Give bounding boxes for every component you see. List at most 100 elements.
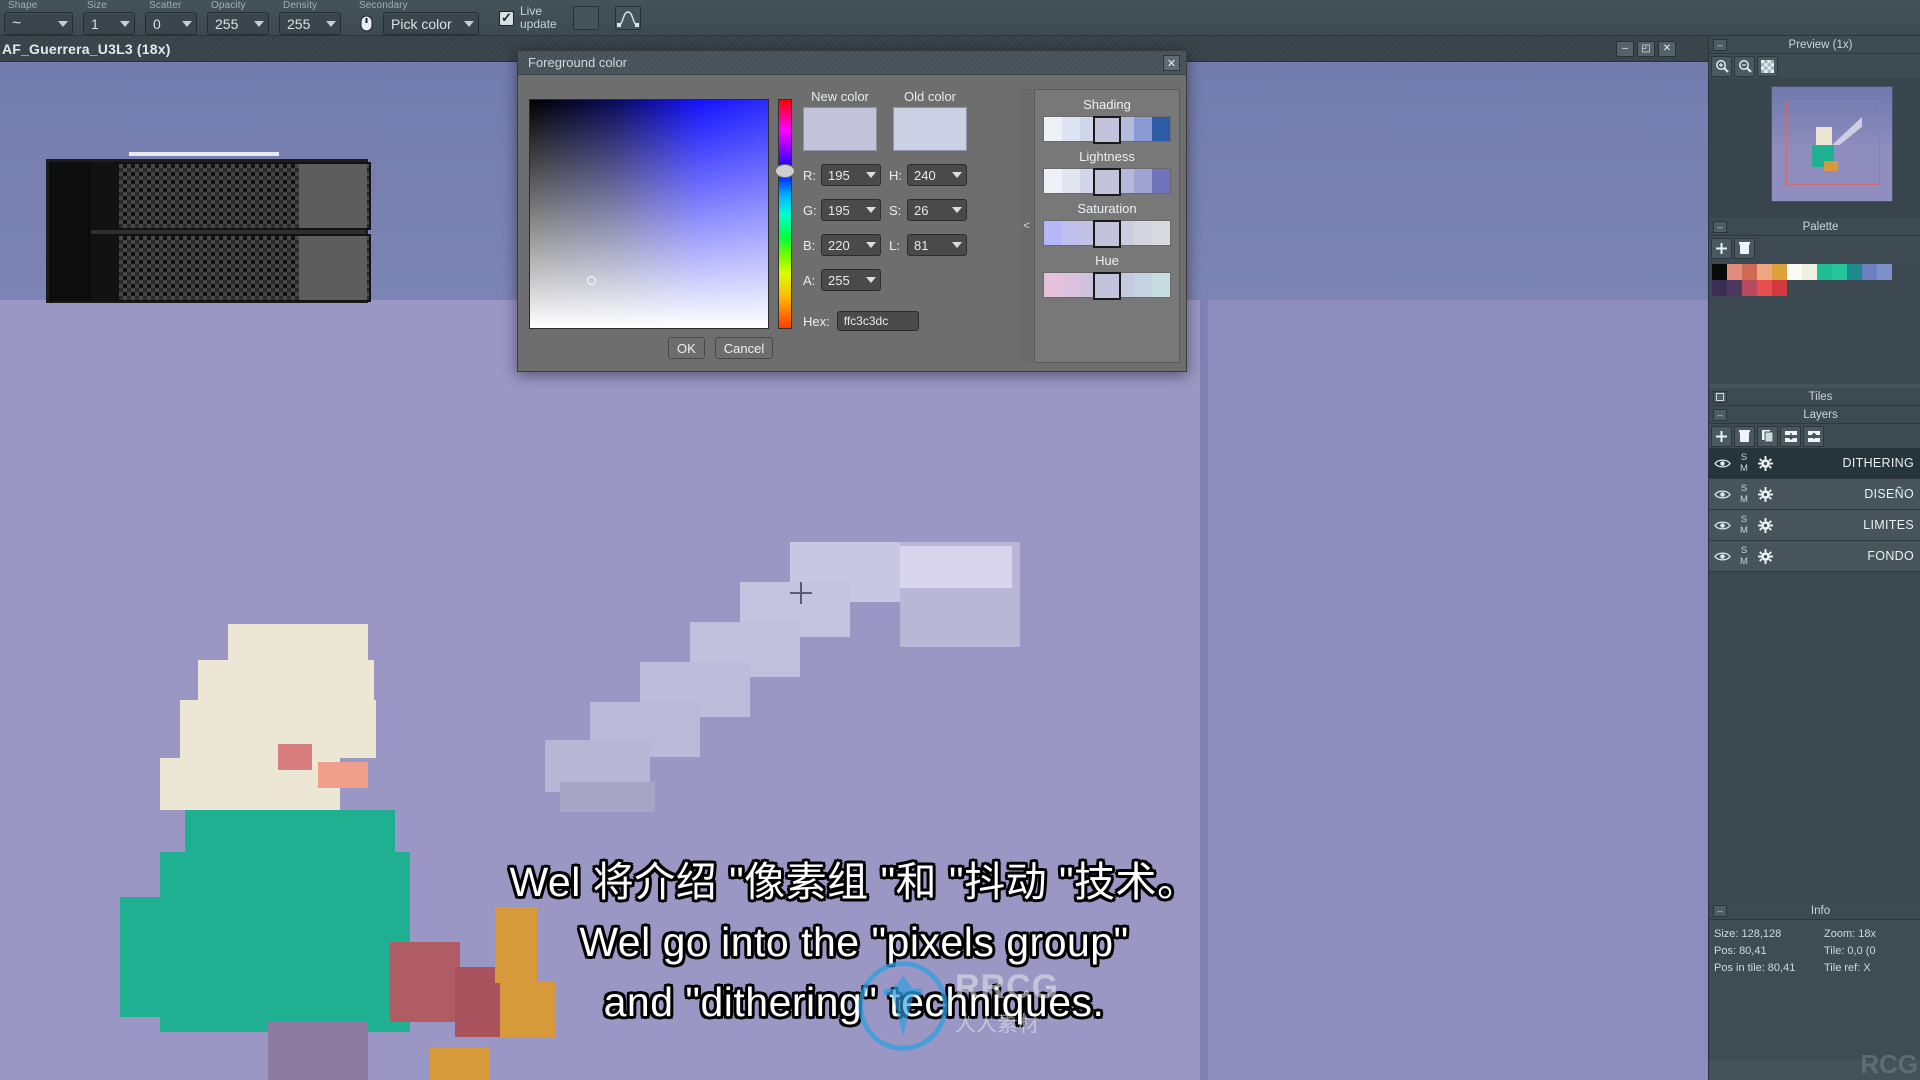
shade-segment[interactable] bbox=[1134, 273, 1152, 297]
close-window-button[interactable]: ✕ bbox=[1658, 41, 1676, 57]
layer-visibility-icon[interactable] bbox=[1709, 489, 1736, 500]
gear-icon[interactable] bbox=[1752, 548, 1779, 564]
layers-minimize-button[interactable]: – bbox=[1713, 408, 1727, 421]
color-field-square[interactable] bbox=[529, 99, 769, 329]
hue-slider-strip[interactable] bbox=[1043, 272, 1171, 300]
alpha-field[interactable]: A: 255 bbox=[803, 269, 881, 291]
palette-swatches[interactable] bbox=[1709, 260, 1920, 384]
add-layer-icon[interactable] bbox=[1711, 425, 1732, 447]
shade-segment[interactable] bbox=[1044, 117, 1062, 141]
hue-field[interactable]: H: 240 bbox=[889, 164, 967, 186]
shade-segment[interactable] bbox=[1062, 169, 1080, 193]
hue-selected-swatch[interactable] bbox=[1093, 272, 1121, 300]
green-field[interactable]: G: 195 bbox=[803, 199, 881, 221]
palette-swatch[interactable] bbox=[1817, 264, 1832, 280]
delete-layer-icon[interactable] bbox=[1734, 425, 1755, 447]
shade-segment[interactable] bbox=[1134, 221, 1152, 245]
palette-swatch[interactable] bbox=[1832, 264, 1847, 280]
scatter-combo[interactable]: 0 bbox=[145, 12, 197, 35]
merge-down-icon[interactable] bbox=[1780, 425, 1801, 447]
palette-swatch[interactable] bbox=[1712, 280, 1727, 296]
page-icon[interactable] bbox=[572, 6, 599, 30]
palette-swatch[interactable] bbox=[1712, 264, 1727, 280]
lightness-slider[interactable] bbox=[1043, 168, 1171, 196]
shading-panel-collapse-handle[interactable]: < bbox=[1020, 89, 1033, 363]
preview-canvas[interactable] bbox=[1709, 78, 1920, 218]
palette-swatch[interactable] bbox=[1742, 280, 1757, 296]
minimize-window-button[interactable]: – bbox=[1616, 41, 1634, 57]
gear-icon[interactable] bbox=[1752, 455, 1779, 471]
blue-field[interactable]: B: 220 bbox=[803, 234, 881, 256]
lightness-input[interactable]: 81 bbox=[907, 234, 967, 256]
palette-swatch[interactable] bbox=[1757, 280, 1772, 296]
palette-swatch[interactable] bbox=[1757, 264, 1772, 280]
delete-icon[interactable] bbox=[1734, 237, 1755, 259]
gear-icon[interactable] bbox=[1752, 486, 1779, 502]
palette-swatch[interactable] bbox=[1877, 264, 1892, 280]
red-field[interactable]: R: 195 bbox=[803, 164, 881, 186]
saturation-input[interactable]: 26 bbox=[907, 199, 967, 221]
checker-icon[interactable] bbox=[1757, 55, 1778, 77]
palette-swatch[interactable] bbox=[1727, 280, 1742, 296]
saturation-slider[interactable] bbox=[1043, 220, 1171, 248]
red-input[interactable]: 195 bbox=[821, 164, 881, 186]
lightness-field[interactable]: L: 81 bbox=[889, 234, 967, 256]
layer-row[interactable]: S M DISEÑO bbox=[1709, 479, 1920, 510]
shading-selected-swatch[interactable] bbox=[1093, 116, 1121, 144]
shade-segment[interactable] bbox=[1152, 169, 1170, 193]
duplicate-layer-icon[interactable] bbox=[1757, 425, 1778, 447]
lightness-selected-swatch[interactable] bbox=[1093, 168, 1121, 196]
hue-slider-handle[interactable] bbox=[775, 164, 795, 178]
saturation-field[interactable]: S: 26 bbox=[889, 199, 967, 221]
merge-up-icon[interactable] bbox=[1803, 425, 1824, 447]
saturation-selected-swatch[interactable] bbox=[1093, 220, 1121, 248]
palette-swatch[interactable] bbox=[1742, 264, 1757, 280]
hue-input[interactable]: 240 bbox=[907, 164, 967, 186]
size-combo[interactable]: 1 bbox=[83, 12, 135, 35]
shade-segment[interactable] bbox=[1152, 273, 1170, 297]
curve-icon[interactable] bbox=[614, 6, 641, 30]
layer-visibility-icon[interactable] bbox=[1709, 458, 1736, 469]
shade-segment[interactable] bbox=[1062, 273, 1080, 297]
shape-combo[interactable]: ~ bbox=[4, 12, 73, 35]
palette-swatch[interactable] bbox=[1772, 264, 1787, 280]
live-update-checkbox[interactable]: ✓ bbox=[499, 10, 514, 26]
shade-segment[interactable] bbox=[1134, 169, 1152, 193]
palette-swatch-row[interactable] bbox=[1712, 264, 1917, 280]
info-minimize-button[interactable]: – bbox=[1713, 904, 1727, 917]
layer-row[interactable]: S M DITHERING bbox=[1709, 448, 1920, 479]
blue-input[interactable]: 220 bbox=[821, 234, 881, 256]
palette-swatch-row[interactable] bbox=[1712, 280, 1917, 296]
tiles-minimize-button[interactable] bbox=[1713, 390, 1727, 403]
shade-segment[interactable] bbox=[1044, 221, 1062, 245]
shade-segment[interactable] bbox=[1062, 221, 1080, 245]
hue-slider[interactable] bbox=[775, 99, 795, 329]
add-icon[interactable] bbox=[1711, 237, 1732, 259]
layer-solo-mute-toggles[interactable]: SM bbox=[1736, 514, 1752, 536]
shade-segment[interactable] bbox=[1062, 117, 1080, 141]
secondary-combo[interactable]: Pick color bbox=[383, 12, 479, 35]
close-icon[interactable]: ✕ bbox=[1163, 55, 1180, 71]
palette-swatch[interactable] bbox=[1847, 264, 1862, 280]
ok-button[interactable]: OK bbox=[668, 337, 705, 359]
layer-solo-mute-toggles[interactable]: SM bbox=[1736, 452, 1752, 474]
opacity-combo[interactable]: 255 bbox=[207, 12, 269, 35]
shade-segment[interactable] bbox=[1152, 221, 1170, 245]
shade-segment[interactable] bbox=[1044, 273, 1062, 297]
maximize-window-button[interactable]: ◰ bbox=[1637, 41, 1655, 57]
gear-icon[interactable] bbox=[1752, 517, 1779, 533]
density-combo[interactable]: 255 bbox=[279, 12, 341, 35]
green-input[interactable]: 195 bbox=[821, 199, 881, 221]
preview-minimize-button[interactable]: – bbox=[1713, 38, 1727, 51]
layer-row[interactable]: S M FONDO bbox=[1709, 541, 1920, 572]
shade-segment[interactable] bbox=[1044, 169, 1062, 193]
zoom-out-icon[interactable] bbox=[1734, 55, 1755, 77]
layer-solo-mute-toggles[interactable]: SM bbox=[1736, 545, 1752, 567]
zoom-in-icon[interactable] bbox=[1711, 55, 1732, 77]
layers-list[interactable]: S M DITHERING S M DISEÑO S M LIMITES S M FONDO bbox=[1709, 448, 1920, 572]
mouse-icon[interactable] bbox=[355, 12, 377, 35]
hex-input[interactable]: ffc3c3dc bbox=[836, 311, 919, 331]
color-field-picker-handle[interactable] bbox=[587, 276, 596, 285]
dialog-title-bar[interactable]: Foreground color bbox=[518, 51, 1186, 75]
palette-swatch[interactable] bbox=[1727, 264, 1742, 280]
